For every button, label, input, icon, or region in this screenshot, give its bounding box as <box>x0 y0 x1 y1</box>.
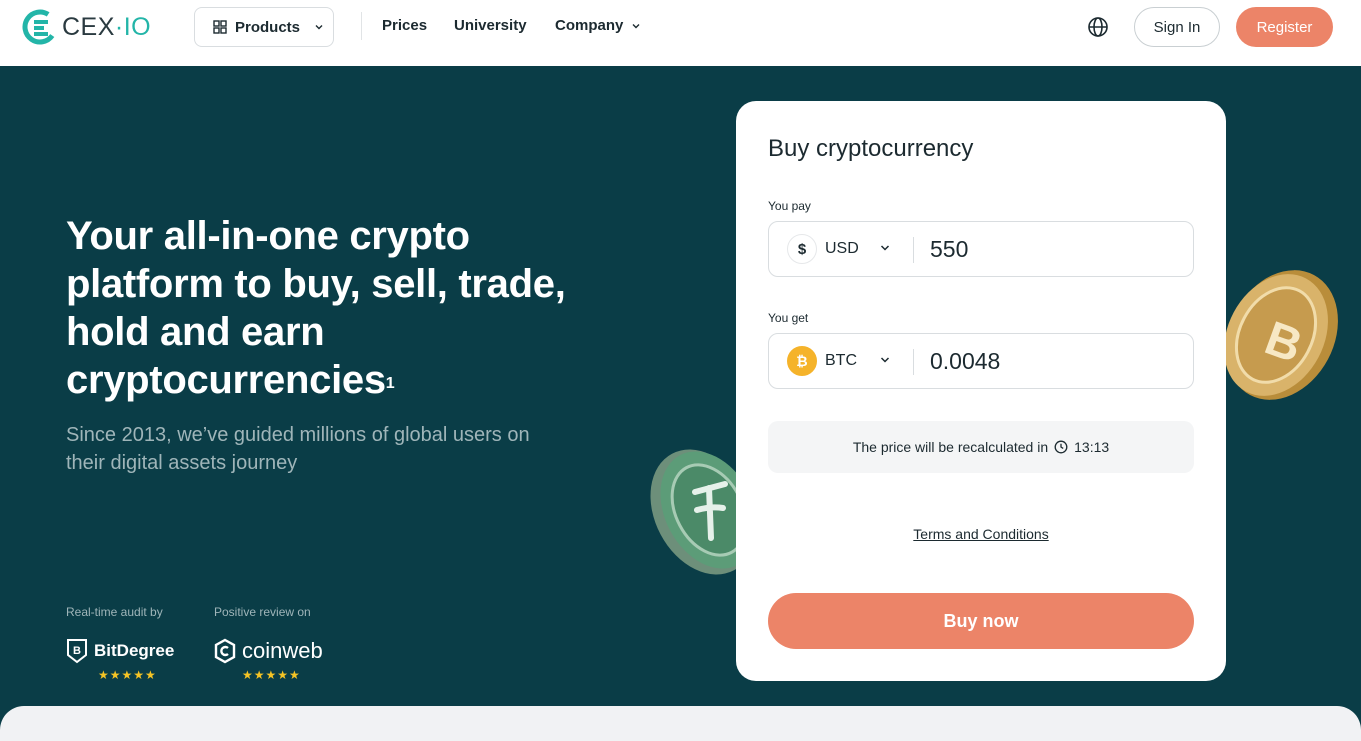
bitdegree-shield-icon: B <box>67 639 87 664</box>
coinweb-rating-stars: ★★★★★ <box>242 668 301 682</box>
price-recalc-notice: The price will be recalculated in 13:13 <box>768 421 1194 473</box>
svg-text:B: B <box>73 645 81 657</box>
next-section-edge <box>0 706 1361 741</box>
card-title: Buy cryptocurrency <box>768 135 974 162</box>
clock-icon <box>1054 440 1068 454</box>
buy-now-button[interactable]: Buy now <box>768 593 1194 649</box>
field-divider <box>913 349 914 375</box>
recalc-timer: 13:13 <box>1074 439 1110 455</box>
nav-divider <box>361 12 362 40</box>
logo-wordmark: CEX·IO <box>62 12 152 41</box>
bitcoin-coin-image: B <box>1224 270 1338 400</box>
audit-label: Real-time audit by <box>66 605 163 619</box>
you-get-field[interactable]: ₿ BTC 0.0048 <box>768 333 1194 389</box>
you-pay-label: You pay <box>768 199 811 213</box>
review-label: Positive review on <box>214 605 311 619</box>
get-currency-select[interactable]: BTC <box>825 352 857 370</box>
site-header: CEX·IO Products Prices University Compan… <box>0 0 1361 66</box>
coinweb-badge[interactable]: coinweb <box>214 638 323 664</box>
field-divider <box>913 237 914 263</box>
bitdegree-rating-stars: ★★★★★ <box>98 668 157 682</box>
you-pay-field[interactable]: $ USD 550 <box>768 221 1194 277</box>
bitdegree-name: BitDegree <box>94 641 175 660</box>
pay-currency-select[interactable]: USD <box>825 240 859 258</box>
chevron-down-icon <box>315 25 323 30</box>
nav-company-link[interactable]: Company <box>555 17 641 34</box>
cex-logo[interactable]: CEX·IO <box>22 9 151 45</box>
products-label: Products <box>235 18 301 36</box>
globe-icon[interactable] <box>1086 15 1110 39</box>
sign-in-button[interactable]: Sign In <box>1134 7 1220 47</box>
pay-amount-input[interactable]: 550 <box>930 236 968 263</box>
products-menu-button[interactable]: Products <box>194 7 334 47</box>
hero-subtitle: Since 2013, we’ve guided millions of glo… <box>66 424 530 474</box>
nav-university-link[interactable]: University <box>454 17 527 34</box>
coinweb-logo-icon <box>214 638 236 664</box>
cex-logo-icon <box>22 9 58 45</box>
dollar-icon: $ <box>787 234 817 264</box>
chevron-down-icon <box>632 23 640 28</box>
register-button[interactable]: Register <box>1236 7 1333 47</box>
bitdegree-badge[interactable]: B BitDegree <box>66 638 174 664</box>
coinweb-name: coinweb <box>242 638 323 663</box>
chevron-down-icon[interactable] <box>879 242 891 254</box>
you-get-label: You get <box>768 311 809 325</box>
bitcoin-icon: ₿ <box>787 346 817 376</box>
buy-crypto-card: Buy cryptocurrency You pay $ USD 550 You… <box>736 101 1226 681</box>
terms-link[interactable]: Terms and Conditions <box>736 526 1226 542</box>
recalc-text: The price will be recalculated in <box>852 439 1049 455</box>
grid-icon <box>213 20 227 34</box>
nav-prices-link[interactable]: Prices <box>382 17 427 34</box>
hero-title: Your all-in-one crypto platform to buy, … <box>66 214 566 402</box>
chevron-down-icon[interactable] <box>879 354 891 366</box>
get-amount-input[interactable]: 0.0048 <box>930 348 1000 375</box>
